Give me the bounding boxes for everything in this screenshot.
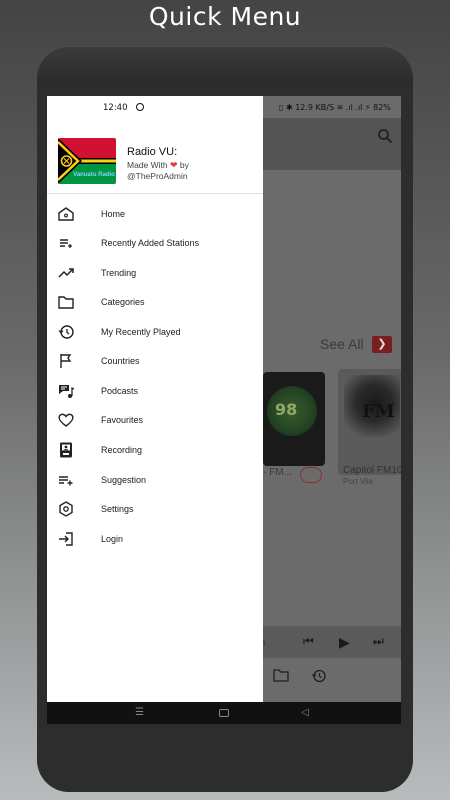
menu-item-countries[interactable]: Countries [47,349,263,375]
podcast-icon [59,385,75,398]
heart-icon: ❤ [170,160,178,170]
station-subtitle: Port Vila [343,477,374,486]
status-time: 12:40 [103,103,128,113]
menu-item-label: Categories [101,297,145,307]
back-icon[interactable]: ◁ [301,707,309,718]
menu-item-podcasts[interactable]: Podcasts [47,379,263,405]
status-right: ▯ ✱ 12.9 KB/S ≋ .ıl .ıl ⚡ 82% [279,103,391,112]
battery-level: 82% [373,103,391,112]
heart-icon [58,413,74,427]
skip-previous-icon[interactable]: ⏮ [303,634,314,649]
menu-item-trending[interactable]: Trending [47,261,263,287]
flag-caption: Vanuatu Radio [73,172,115,178]
play-icon[interactable]: ▶ [339,634,350,651]
history-icon[interactable] [311,668,327,684]
menu-item-label: Countries [101,356,140,366]
menu-item-label: Favourites [101,415,144,425]
playlist-plus-icon [59,476,73,486]
folder-icon[interactable] [273,668,289,682]
phone-screen: See All ❯ 98 - FM... FM Capitol FM10 Por… [47,96,401,724]
status-icons: ▯ ✱ [279,103,296,112]
home-icon [58,207,74,221]
playlist-add-icon [60,239,72,248]
station-card[interactable]: FM [338,369,401,475]
search-icon[interactable] [377,128,393,144]
menu-item-favourites[interactable]: Favourites [47,408,263,434]
settings-icon [59,501,73,517]
menu-item-login[interactable]: Login [47,527,263,553]
menu-item-label: Settings [101,504,134,514]
menu-item-label: Login [101,534,124,544]
menu-item-suggestion[interactable]: Suggestion [47,468,263,494]
login-icon [59,532,73,546]
recording-icon [60,442,72,458]
made-with-text: Made With ❤ by [127,160,189,170]
station-card[interactable]: 98 [263,372,325,466]
menu-item-label: Trending [101,268,137,278]
recents-icon[interactable]: ☰ [135,707,144,718]
app-name: Radio VU: [127,146,178,158]
trending-icon [58,268,74,278]
navigation-drawer: 12:40 ▯ ✱ 12.9 KB/S ≋ .ıl .ıl ⚡ 82% Vanu… [47,96,391,702]
admin-handle: @TheProAdmin [127,171,188,181]
menu-item-recently-played[interactable]: My Recently Played [47,320,263,346]
station-card-label: - FM... [263,467,292,478]
station-logo-text: FM [362,401,395,422]
system-navigation-bar: ☰ ◁ [47,702,401,724]
menu-item-settings[interactable]: Settings [47,497,263,523]
station-logo-text: 98 [275,400,298,419]
menu-item-recording[interactable]: Recording [47,438,263,464]
drawer-header: Vanuatu Radio Radio VU: Made With ❤ by @… [47,118,263,194]
see-all-link[interactable]: See All [320,336,364,352]
history-icon [58,325,74,339]
page-headline: Quick Menu [148,2,302,31]
phone-top [37,47,413,87]
bookmark-icon[interactable] [300,467,322,483]
home-button-icon[interactable] [219,709,229,717]
data-rate: 12.9 KB/S [295,103,335,112]
menu-item-home[interactable]: Home [47,202,263,228]
skip-next-icon[interactable]: ⏭ [373,634,384,649]
folder-icon [58,296,74,309]
menu-item-label: My Recently Played [101,327,181,337]
chevron-right-icon[interactable]: ❯ [372,336,392,353]
menu-item-label: Recently Added Stations [101,238,200,248]
menu-item-label: Recording [101,445,143,455]
menu-item-categories[interactable]: Categories [47,290,263,316]
status-bar: 12:40 ▯ ✱ 12.9 KB/S ≋ .ıl .ıl ⚡ 82% [47,96,391,118]
menu-item-label: Suggestion [101,475,147,485]
menu-item-label: Home [101,209,126,219]
signal-icons: ≋ .ıl .ıl ⚡ [336,103,371,112]
flag-icon [60,354,72,368]
sync-icon [136,103,144,111]
menu-item-label: Podcasts [101,386,139,396]
station-title: Capitol FM10 [343,465,401,476]
menu-item-recently-added[interactable]: Recently Added Stations [47,231,263,257]
vanuatu-flag-logo: Vanuatu Radio [58,138,116,184]
